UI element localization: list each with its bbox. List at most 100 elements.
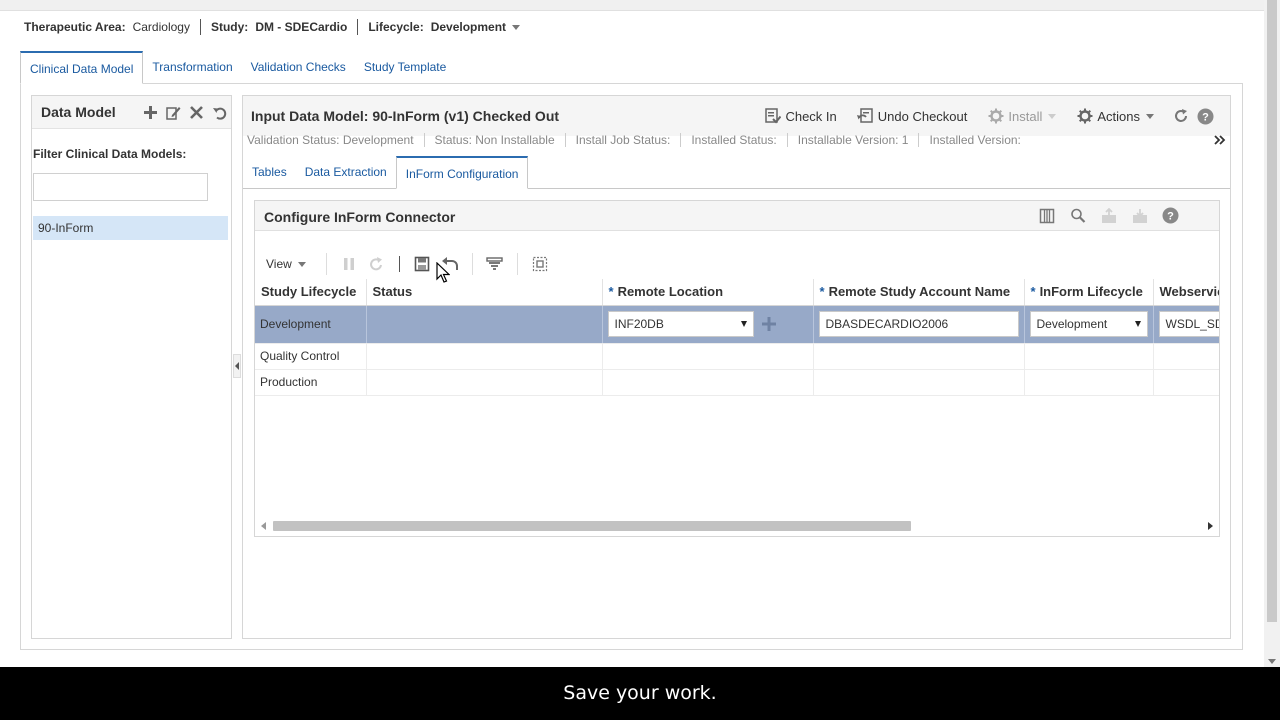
connector-title: Configure InForm Connector — [264, 209, 456, 225]
input-data-model-header: Input Data Model: 90-InForm (v1) Checked… — [243, 96, 1230, 136]
chevron-down-icon — [297, 261, 306, 267]
add-location-icon[interactable] — [760, 315, 778, 333]
connector-table: Study Lifecycle Status * Remote Location … — [255, 279, 1219, 396]
save-icon[interactable] — [413, 255, 431, 273]
context-bar: Therapeutic Area: Cardiology Study: DM -… — [24, 17, 530, 37]
scroll-down-icon[interactable] — [1268, 659, 1276, 664]
search-icon[interactable] — [1069, 207, 1086, 224]
grid-toolbar: View — [255, 249, 554, 279]
tab-inform-configuration[interactable]: InForm Configuration — [395, 156, 529, 189]
undo-icon[interactable] — [211, 104, 228, 121]
cell-webservice — [1153, 343, 1219, 370]
lifecycle-value[interactable]: Development — [431, 20, 506, 34]
study-label: Study: — [210, 20, 249, 34]
freeze-icon[interactable] — [340, 255, 358, 273]
vertical-scrollbar[interactable] — [1264, 0, 1280, 667]
cell-inform-lifecycle — [1024, 343, 1154, 370]
cell-inform-lifecycle: Development — [1024, 305, 1154, 344]
panel-splitter[interactable] — [233, 354, 241, 378]
cell-remote-location — [602, 343, 814, 370]
column-header-inform-lifecycle[interactable]: * InForm Lifecycle — [1024, 279, 1154, 306]
refresh-icon[interactable] — [1172, 108, 1189, 125]
help-icon[interactable]: ? — [1197, 108, 1214, 125]
undo-checkout-button[interactable]: Undo Checkout — [857, 108, 967, 125]
check-in-button[interactable]: Check In — [764, 108, 837, 125]
toolbar-divider — [398, 256, 400, 272]
top-strip — [0, 0, 1264, 11]
horizontal-scrollbar[interactable] — [259, 519, 1215, 533]
scrollbar-thumb[interactable] — [1267, 0, 1277, 622]
therapeutic-area-label: Therapeutic Area: — [24, 20, 126, 34]
table-header-row: Study Lifecycle Status * Remote Location … — [255, 279, 1219, 306]
data-model-panel: Data Model Filter Clinical Data Models: … — [31, 95, 232, 639]
expand-icon[interactable] — [1213, 132, 1227, 148]
main-tabs: Clinical Data Model Transformation Valid… — [20, 51, 455, 84]
help-icon[interactable]: ? — [1162, 207, 1179, 224]
tab-clinical-data-model[interactable]: Clinical Data Model — [20, 51, 144, 84]
tab-transformation[interactable]: Transformation — [143, 51, 241, 84]
installed-status: Installed Status: — [680, 133, 786, 147]
install-status: Status: Non Installable — [423, 133, 565, 147]
actions-menu-button[interactable]: Actions — [1076, 108, 1154, 125]
delete-icon[interactable] — [188, 104, 205, 121]
install-label: Install — [1008, 108, 1043, 124]
input-data-model-panel: Input Data Model: 90-InForm (v1) Checked… — [242, 95, 1231, 639]
model-actions: Check In Undo Checkout Install Actions ? — [744, 105, 1214, 127]
therapeutic-area: Therapeutic Area: Cardiology — [24, 19, 200, 35]
account-name-input[interactable]: DBASDECARDIO2006 — [818, 311, 1019, 337]
inform-lifecycle-select[interactable]: Development — [1029, 311, 1148, 337]
required-marker: * — [1030, 284, 1036, 300]
webservice-input[interactable]: WSDL_SD — [1158, 311, 1219, 337]
column-header-study-lifecycle[interactable]: Study Lifecycle — [255, 279, 367, 306]
gear-icon — [987, 108, 1004, 125]
connector-toolbar: ? — [1038, 207, 1179, 224]
column-header-remote-study-account-name[interactable]: * Remote Study Account Name — [813, 279, 1025, 306]
remote-location-select[interactable]: INF20DB — [607, 311, 754, 337]
tab-validation-checks[interactable]: Validation Checks — [242, 51, 355, 84]
svg-text:?: ? — [1167, 211, 1174, 223]
chevron-down-icon — [1146, 113, 1154, 119]
cell-study-lifecycle: Production — [255, 369, 367, 396]
cell-remote-study-account-name: DBASDECARDIO2006 — [813, 305, 1025, 344]
edit-icon[interactable] — [165, 104, 182, 121]
tab-study-template[interactable]: Study Template — [355, 51, 456, 84]
caption-bar: Save your work. — [0, 667, 1280, 720]
lifecycle-selector[interactable]: Lifecycle: Development — [357, 19, 530, 35]
table-row[interactable]: Development INF20DB DBASDECARDIO2006 Dev… — [255, 305, 1219, 344]
view-menu[interactable]: View — [266, 257, 306, 271]
filter-input[interactable] — [33, 173, 208, 201]
export-icon[interactable] — [1100, 207, 1117, 224]
add-icon[interactable] — [142, 104, 159, 121]
table-row[interactable]: Production — [255, 369, 1219, 396]
scroll-right-icon[interactable] — [1208, 522, 1213, 530]
collapse-left-icon[interactable] — [235, 362, 239, 370]
scrollbar-thumb[interactable] — [273, 521, 911, 531]
detach-icon[interactable] — [531, 255, 549, 273]
data-model-title: Data Model — [41, 104, 116, 120]
cell-status — [366, 343, 603, 370]
chevron-down-icon[interactable] — [512, 24, 521, 30]
column-header-webservice[interactable]: Webservice — [1153, 279, 1219, 306]
redo-icon[interactable] — [368, 255, 386, 273]
required-marker: * — [608, 284, 614, 300]
columns-icon[interactable] — [1038, 207, 1055, 224]
list-item[interactable]: 90-InForm — [33, 216, 228, 240]
column-header-status[interactable]: Status — [366, 279, 603, 306]
install-button[interactable]: Install — [987, 108, 1057, 125]
table-row[interactable]: Quality Control — [255, 343, 1219, 370]
tab-data-extraction[interactable]: Data Extraction — [296, 156, 396, 189]
installed-version: Installed Version: — [918, 133, 1030, 147]
column-header-remote-location[interactable]: * Remote Location — [602, 279, 814, 306]
scroll-left-icon[interactable] — [261, 522, 266, 530]
chevron-down-icon — [740, 321, 747, 327]
tab-tables[interactable]: Tables — [243, 156, 296, 189]
validation-status: Validation Status: Development — [247, 133, 414, 147]
revert-icon[interactable] — [441, 255, 459, 273]
chevron-down-icon — [1048, 113, 1057, 119]
filter-icon[interactable] — [486, 255, 504, 273]
import-icon[interactable] — [1131, 207, 1148, 224]
page-title: Input Data Model: 90-InForm (v1) Checked… — [251, 108, 560, 124]
check-in-label: Check In — [785, 108, 837, 124]
cell-webservice — [1153, 369, 1219, 396]
cell-webservice: WSDL_SD — [1153, 305, 1219, 344]
